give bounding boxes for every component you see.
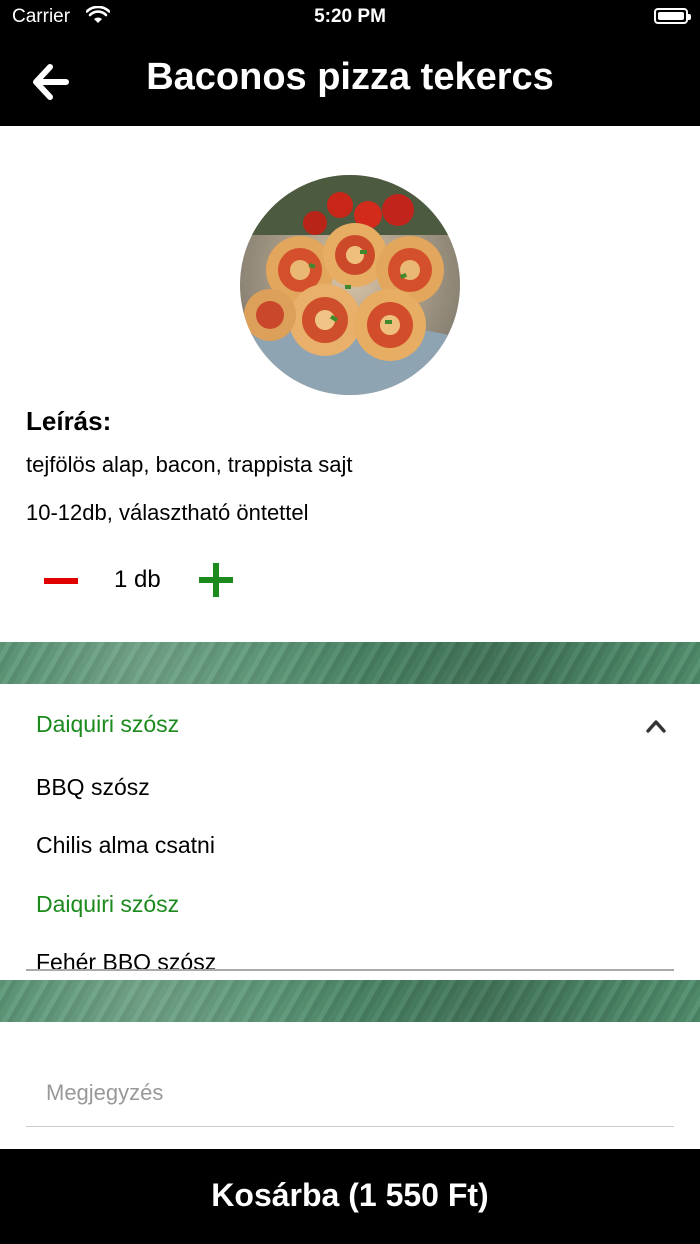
sauce-list-clip: Fehér BBQ szósz bbox=[0, 940, 700, 970]
page-title: Baconos pizza tekercs bbox=[146, 56, 554, 98]
divider-band bbox=[0, 980, 700, 1022]
sauce-option-selected[interactable]: Daiquiri szósz bbox=[36, 891, 179, 918]
decrease-quantity-button[interactable] bbox=[44, 578, 78, 584]
description-line: 10-12db, választható öntettel bbox=[26, 500, 309, 525]
product-image bbox=[240, 175, 460, 395]
quantity-value: 1 db bbox=[114, 566, 161, 593]
sauce-option[interactable]: Fehér BBQ szósz bbox=[36, 949, 216, 970]
sauce-option[interactable]: BBQ szósz bbox=[36, 774, 150, 801]
add-to-cart-button[interactable]: Kosárba (1 550 Ft) bbox=[0, 1149, 700, 1244]
description-heading: Leírás: bbox=[26, 406, 112, 436]
status-bar: Carrier 5:20 PM bbox=[0, 0, 700, 36]
sauce-selected-value[interactable]: Daiquiri szósz bbox=[36, 711, 179, 738]
sauce-option[interactable]: Chilis alma csatni bbox=[36, 832, 215, 859]
clock: 5:20 PM bbox=[314, 6, 386, 27]
divider-band bbox=[0, 642, 700, 684]
picker-bottom-line bbox=[26, 969, 674, 971]
add-to-cart-label: Kosárba (1 550 Ft) bbox=[211, 1177, 489, 1213]
chevron-up-icon[interactable] bbox=[646, 716, 666, 736]
increase-quantity-button[interactable] bbox=[199, 563, 233, 597]
battery-icon bbox=[654, 8, 691, 24]
note-input[interactable]: Megjegyzés bbox=[26, 1070, 674, 1127]
description-line: tejfölös alap, bacon, trappista sajt bbox=[26, 452, 353, 477]
navigation-bar: Baconos pizza tekercs bbox=[0, 36, 700, 126]
note-placeholder: Megjegyzés bbox=[46, 1080, 164, 1105]
